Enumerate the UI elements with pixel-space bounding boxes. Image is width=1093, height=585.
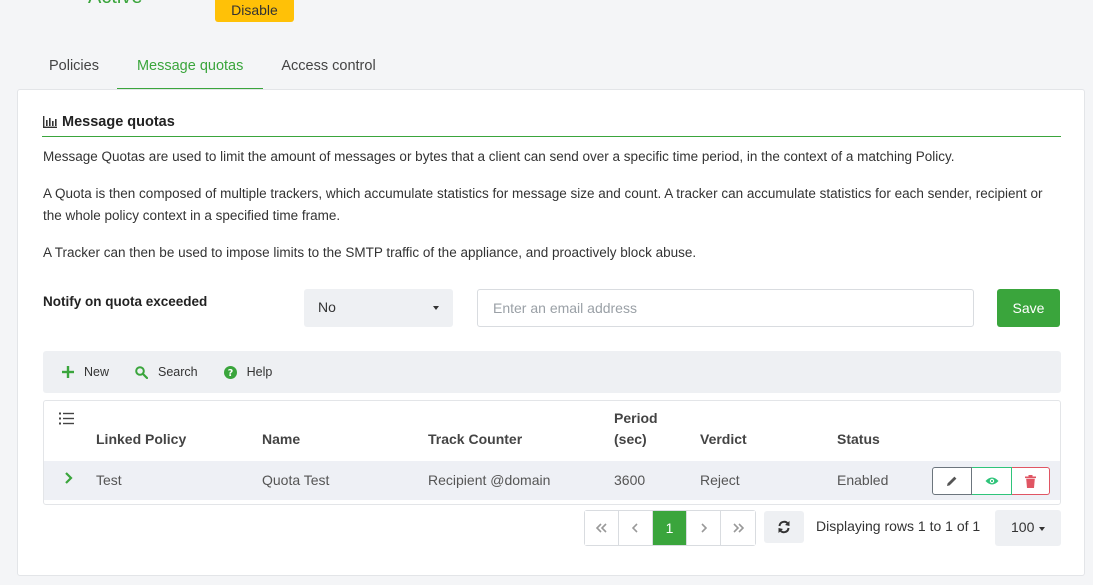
row-actions <box>932 467 1050 495</box>
cell-period: 3600 <box>614 472 646 488</box>
bar-chart-icon <box>43 116 57 128</box>
delete-button[interactable] <box>1012 467 1050 495</box>
first-page-button[interactable] <box>585 511 619 545</box>
disable-button[interactable]: Disable <box>215 0 294 22</box>
email-input[interactable] <box>477 289 974 327</box>
section-header: Message quotas <box>42 114 1061 137</box>
tab-message-quotas[interactable]: Message quotas <box>116 45 264 90</box>
quotas-table: Linked Policy Name Track Counter Period … <box>43 400 1061 505</box>
notify-select[interactable]: No <box>304 289 453 327</box>
trash-icon <box>1025 474 1036 488</box>
next-page-button[interactable] <box>687 511 721 545</box>
plus-icon <box>62 366 74 378</box>
tab-bar: Policies Message quotas Access control <box>31 45 394 90</box>
double-chevron-left-icon <box>595 523 607 533</box>
section-title: Message quotas <box>62 114 175 130</box>
tab-policies[interactable]: Policies <box>31 45 117 90</box>
help-label: Help <box>246 365 273 379</box>
description-paragraph: A Tracker can then be used to impose lim… <box>43 245 697 260</box>
search-label: Search <box>158 365 198 379</box>
cell-verdict: Reject <box>700 472 740 488</box>
page-size-value: 100 <box>1011 519 1035 535</box>
message-quotas-panel: Message quotas Message Quotas are used t… <box>17 89 1085 576</box>
edit-button[interactable] <box>932 467 972 495</box>
chevron-right-icon[interactable] <box>64 471 73 488</box>
svg-text:?: ? <box>227 368 233 379</box>
help-icon: ? <box>223 365 237 379</box>
status-text: Active <box>88 0 142 9</box>
cell-status: Enabled <box>837 472 889 488</box>
caret-down-icon <box>433 306 439 310</box>
rows-info: Displaying rows 1 to 1 of 1 <box>816 518 981 534</box>
eye-icon <box>985 477 998 485</box>
help-button[interactable]: ? Help <box>223 365 273 379</box>
page-size-dropdown[interactable]: 100 <box>995 510 1061 546</box>
cell-linked-policy: Test <box>96 472 122 488</box>
list-icon[interactable] <box>59 412 74 428</box>
search-icon <box>135 365 149 379</box>
pencil-icon <box>947 476 957 486</box>
cell-name: Quota Test <box>262 472 330 488</box>
description-paragraph: A Quota is then composed of multiple tra… <box>43 186 1043 223</box>
refresh-icon <box>778 520 790 534</box>
caret-down-icon <box>1039 527 1045 531</box>
chevron-right-icon <box>701 523 707 533</box>
notify-select-value: No <box>318 299 336 315</box>
new-label: New <box>84 365 110 379</box>
prev-page-button[interactable] <box>619 511 653 545</box>
page-button-current[interactable]: 1 <box>653 511 687 545</box>
pagination: 1 <box>584 510 756 546</box>
table-toolbar: New Search ? Help <box>43 351 1061 393</box>
description-paragraph: Message Quotas are used to limit the amo… <box>43 149 955 164</box>
column-header-linked-policy[interactable]: Linked Policy <box>96 429 186 450</box>
tab-access-control[interactable]: Access control <box>263 45 393 90</box>
column-header-status[interactable]: Status <box>837 429 880 450</box>
view-button[interactable] <box>972 467 1012 495</box>
last-page-button[interactable] <box>721 511 755 545</box>
column-header-track-counter[interactable]: Track Counter <box>428 429 522 450</box>
column-header-verdict[interactable]: Verdict <box>700 429 747 450</box>
new-button[interactable]: New <box>62 365 109 379</box>
double-chevron-right-icon <box>733 523 744 533</box>
chevron-left-icon <box>632 523 638 533</box>
refresh-button[interactable] <box>764 511 804 543</box>
search-button[interactable]: Search <box>135 365 198 379</box>
column-header-name[interactable]: Name <box>262 429 300 450</box>
column-header-period[interactable]: Period (sec) <box>614 408 658 450</box>
save-button[interactable]: Save <box>997 289 1060 327</box>
cell-track-counter: Recipient @domain <box>428 472 551 488</box>
table-row[interactable]: Test Quota Test Recipient @domain 3600 R… <box>44 461 1060 500</box>
notify-label: Notify on quota exceeded <box>43 294 208 309</box>
